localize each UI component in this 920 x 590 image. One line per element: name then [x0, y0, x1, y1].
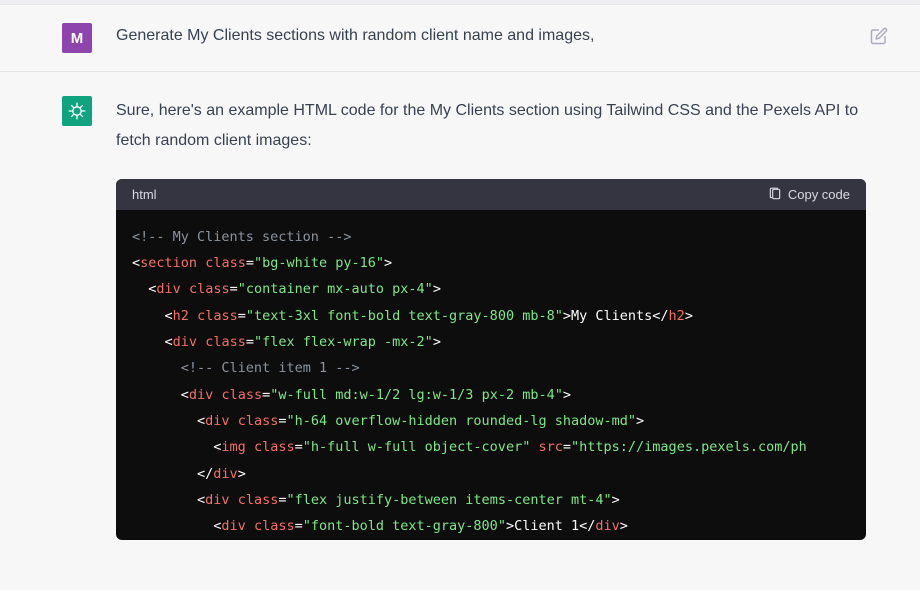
code-attr: class [254, 518, 295, 534]
code-str: flex justify-between items-center mt-4 [295, 492, 604, 508]
code-attr: class [205, 255, 246, 271]
code-str: h-64 overflow-hidden rounded-lg shadow-m… [295, 413, 628, 429]
code-tag: h2 [669, 308, 685, 324]
user-prompt-text: Generate My Clients sections with random… [116, 23, 858, 45]
code-tag: img [221, 439, 245, 455]
copy-code-label: Copy code [788, 187, 850, 202]
code-tag: div [595, 518, 619, 534]
code-comment: <!-- My Clients section --> [132, 229, 351, 245]
code-str: w-full md:w-1/2 lg:w-1/3 px-2 mb-4 [278, 387, 554, 403]
code-attr: class [238, 492, 279, 508]
code-block: html Copy code <!-- My Clients section -… [116, 179, 866, 540]
code-str: container mx-auto px-4 [246, 281, 425, 297]
code-tag: div [156, 281, 180, 297]
code-str: text-3xl font-bold text-gray-800 mb-8 [254, 308, 555, 324]
code-tag: div [205, 413, 229, 429]
user-message-row: M Generate My Clients sections with rand… [0, 5, 920, 72]
assistant-content: Sure, here's an example HTML code for th… [116, 96, 890, 540]
clipboard-icon [768, 187, 782, 201]
code-tag: div [173, 334, 197, 350]
code-tag: div [205, 492, 229, 508]
code-tag: div [213, 466, 237, 482]
code-tag: h2 [173, 308, 189, 324]
code-str: flex flex-wrap -mx-2 [262, 334, 425, 350]
code-comment: <!-- Client item 1 --> [181, 360, 360, 376]
assistant-intro-text: Sure, here's an example HTML code for th… [116, 96, 866, 157]
code-str: font-bold text-gray-800 [311, 518, 498, 534]
assistant-message-row: Sure, here's an example HTML code for th… [0, 72, 920, 540]
code-header: html Copy code [116, 179, 866, 210]
assistant-avatar [62, 96, 92, 126]
code-body[interactable]: <!-- My Clients section --> <section cla… [116, 210, 866, 540]
code-text: My Clients [571, 308, 652, 324]
code-text: Client 1 [514, 518, 579, 534]
code-str: https://images.pexels.com/ph [579, 439, 807, 455]
code-lang-label: html [132, 187, 157, 202]
edit-icon[interactable] [870, 23, 890, 50]
copy-code-button[interactable]: Copy code [768, 187, 850, 202]
code-attr: src [538, 439, 562, 455]
code-tag: div [221, 518, 245, 534]
code-attr: class [238, 413, 279, 429]
code-attr: class [205, 334, 246, 350]
code-attr: class [254, 439, 295, 455]
user-avatar: M [62, 23, 92, 53]
code-tag: div [189, 387, 213, 403]
code-tag: section [140, 255, 197, 271]
code-attr: class [221, 387, 262, 403]
code-str: bg-white py-16 [262, 255, 376, 271]
code-attr: class [189, 281, 230, 297]
code-str: h-full w-full object-cover [311, 439, 522, 455]
code-attr: class [197, 308, 238, 324]
